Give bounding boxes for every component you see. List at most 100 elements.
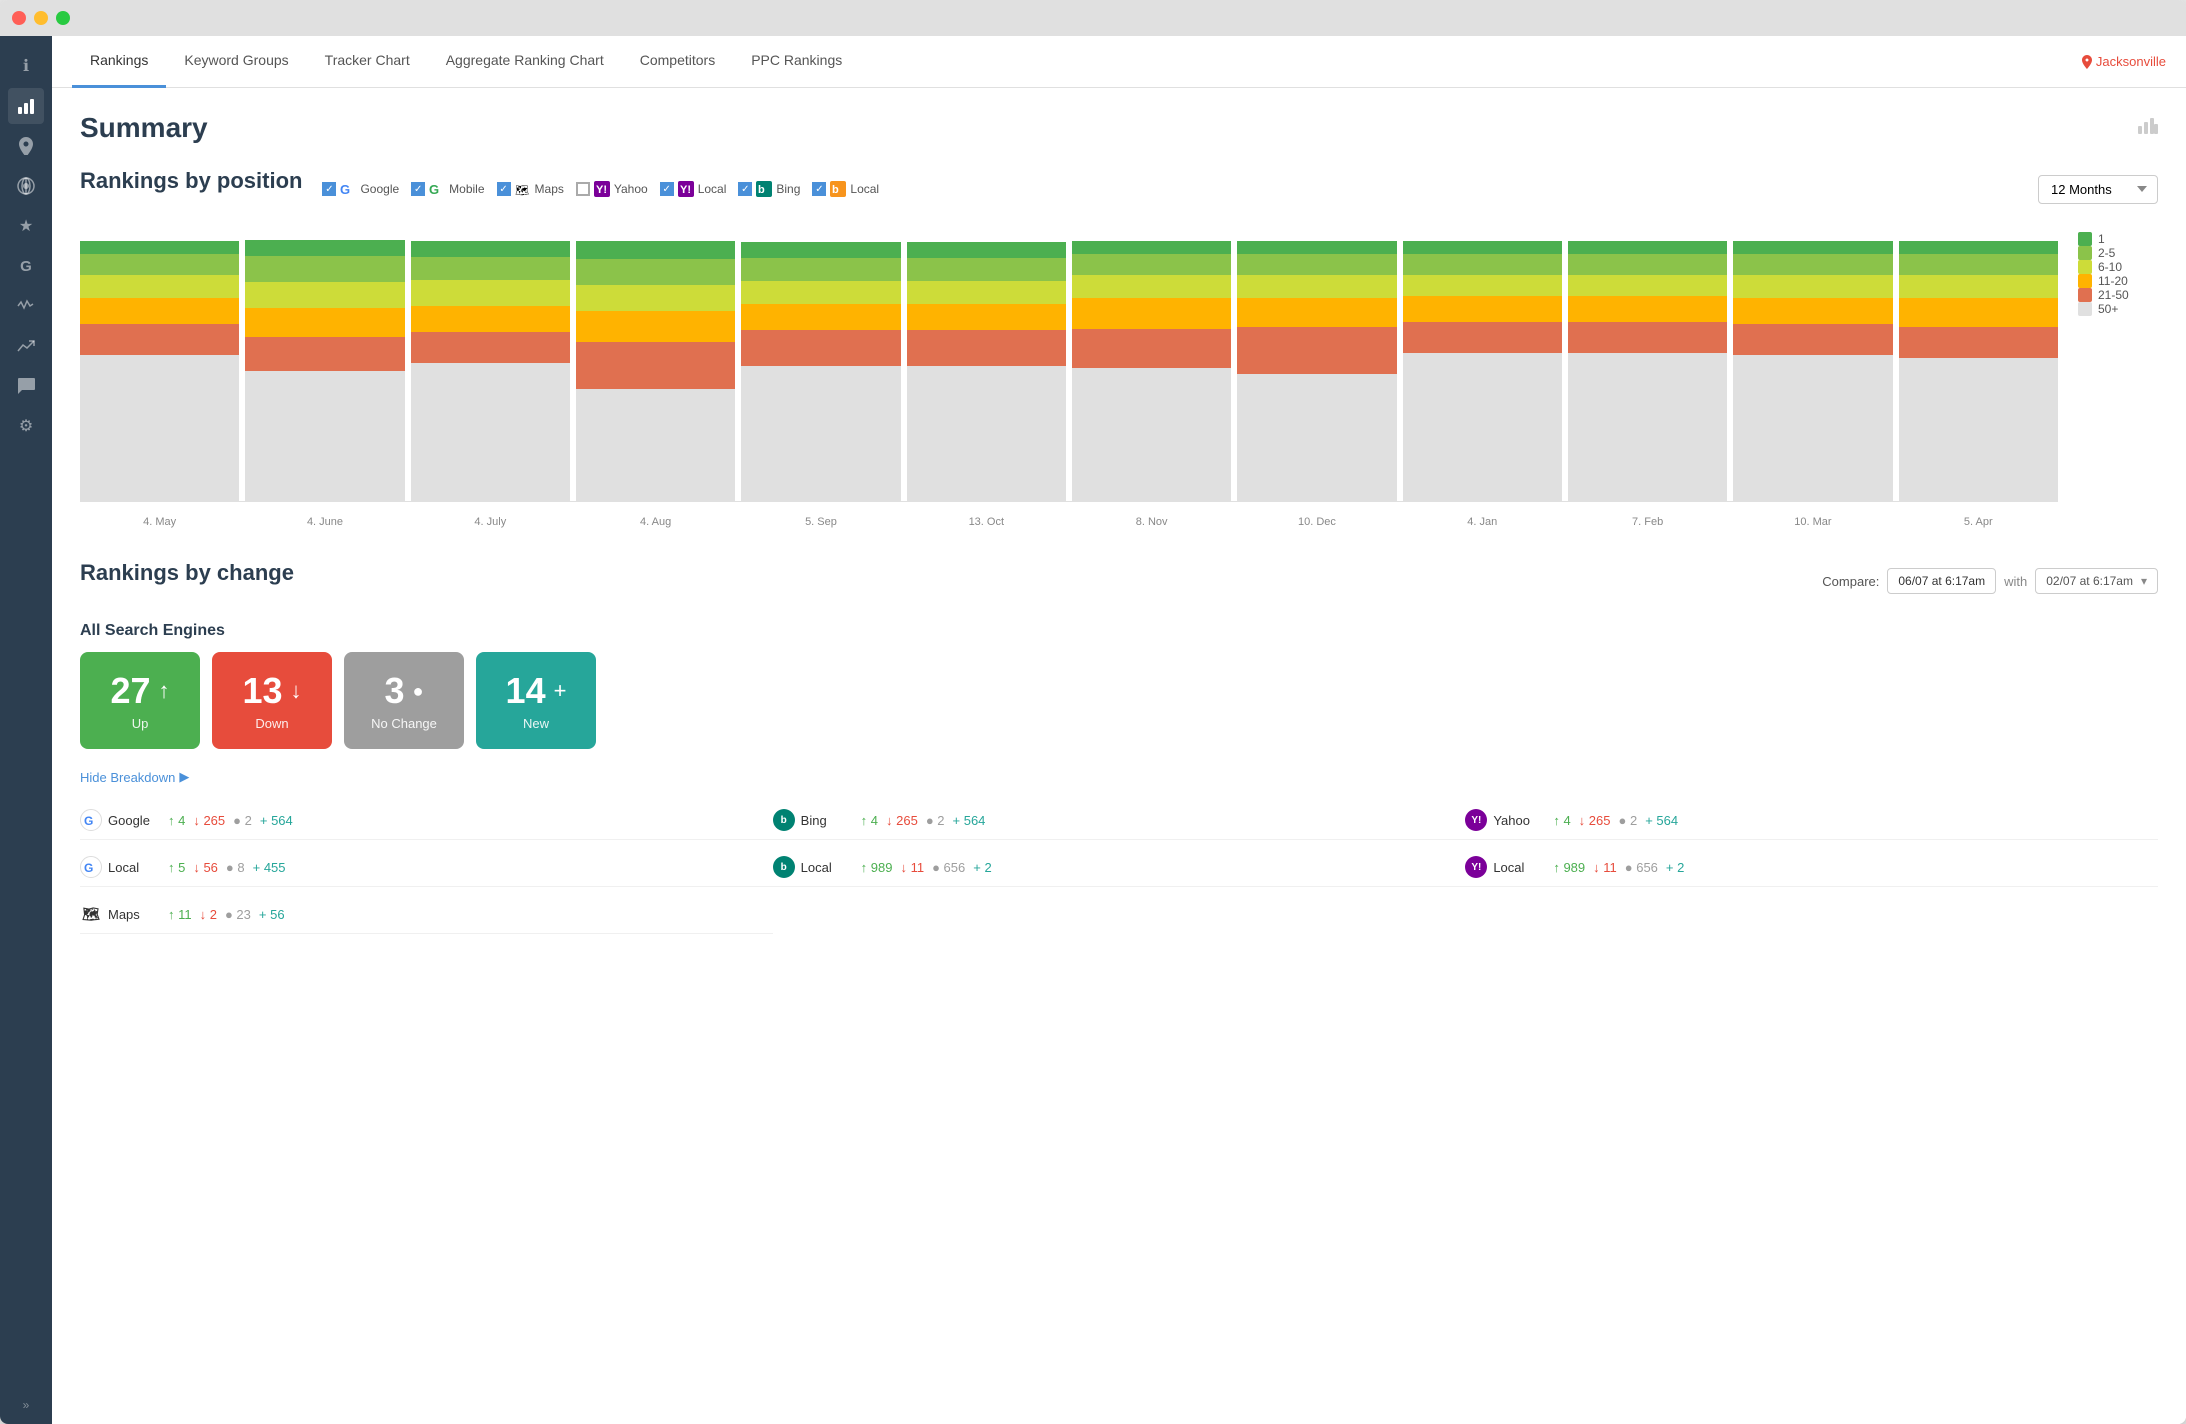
bar-segment [245,240,404,256]
minimize-button[interactable] [34,11,48,25]
bar-segment [1403,254,1562,275]
sidebar-item-star[interactable]: ★ [8,208,44,244]
bar-segment [1733,324,1892,355]
all-engines-label: All Search Engines [80,622,2158,640]
period-dropdown[interactable]: 12 Months 6 Months 3 Months [2038,175,2158,204]
filter-google[interactable]: ✓ G Google [322,181,399,197]
bar-segment [1899,254,2058,275]
bing-engine-icon: b [773,809,795,831]
tab-competitors[interactable]: Competitors [622,36,733,88]
mobile-checkbox[interactable]: ✓ [411,182,425,196]
sidebar-item-settings[interactable]: ⚙ [8,408,44,444]
legend-21-50: 21-50 [2078,288,2158,302]
bar-month-label: 5. Apr [1899,510,2058,528]
hide-breakdown-button[interactable]: Hide Breakdown ▶ [80,769,2158,785]
legend-label-2-5: 2-5 [2098,246,2115,260]
yahoo-local-down: ↓ 11 [1593,860,1617,875]
bar-segment [1733,275,1892,298]
sidebar-item-trend[interactable] [8,328,44,364]
svg-text:G: G [84,861,93,874]
bar[interactable] [741,242,900,501]
bar-group [80,222,239,501]
bar-month-label: 10. Mar [1733,510,1892,528]
bar-segment [1072,368,1231,501]
sidebar-item-location[interactable] [8,128,44,164]
bar-segment [1568,353,1727,501]
sidebar-item-google[interactable]: G [8,248,44,284]
filter-bing[interactable]: ✓ b Bing [738,181,800,197]
sidebar-item-activity[interactable] [8,288,44,324]
bar-segment [1072,329,1231,368]
stat-nochange-number: 3 ● [385,670,424,712]
bar-segment [411,363,570,501]
compare-from-date[interactable]: 06/07 at 6:17am [1887,568,1996,594]
google-local-engine-name: G Local [80,856,160,878]
bar[interactable] [411,241,570,501]
compare-bar: Compare: 06/07 at 6:17am with 02/07 at 6… [1822,568,2158,594]
compare-to-date[interactable]: 02/07 at 6:17am ▾ [2035,568,2158,594]
legend-label-6-10: 6-10 [2098,260,2122,274]
stat-nochange-label: No Change [371,716,437,731]
bar-month-label: 8. Nov [1072,510,1231,528]
stat-card-nochange[interactable]: 3 ● No Change [344,652,464,749]
bar[interactable] [1072,241,1231,501]
yahoo-local-checkbox[interactable]: ✓ [660,182,674,196]
bing-local-checkbox[interactable]: ✓ [812,182,826,196]
close-button[interactable] [12,11,26,25]
summary-title-text: Summary [80,112,208,144]
tabs-bar: Rankings Keyword Groups Tracker Chart Ag… [52,36,2186,88]
legend-2-5: 2-5 [2078,246,2158,260]
tab-aggregate-ranking-chart[interactable]: Aggregate Ranking Chart [428,36,622,88]
stat-card-down[interactable]: 13 ↓ Down [212,652,332,749]
filter-mobile[interactable]: ✓ G Mobile [411,181,484,197]
bar[interactable] [245,240,404,501]
stat-card-up[interactable]: 27 ↑ Up [80,652,200,749]
sidebar-item-comment[interactable] [8,368,44,404]
location-label: Jacksonville [2096,54,2166,69]
bing-down: ↓ 265 [886,813,918,828]
bar-segment [1237,254,1396,275]
bar[interactable] [80,241,239,501]
tab-ppc-rankings[interactable]: PPC Rankings [733,36,860,88]
stat-card-new[interactable]: 14 + New [476,652,596,749]
bar[interactable] [907,242,1066,501]
google-local-nc: ● 8 [226,860,245,875]
summary-chart-icon [2138,118,2158,139]
sidebar-item-chart[interactable] [8,88,44,124]
yahoo-engine-icon: Y! [1465,809,1487,831]
sidebar-item-network[interactable] [8,168,44,204]
svg-text:b: b [758,184,765,196]
bar-segment [741,330,900,366]
bar-segment [907,330,1066,366]
bar[interactable] [1237,241,1396,501]
bar-segment [907,281,1066,304]
bar[interactable] [1733,241,1892,501]
filter-yahoo-local[interactable]: ✓ Y! Local [660,181,727,197]
bing-checkbox[interactable]: ✓ [738,182,752,196]
filter-maps[interactable]: ✓ 🗺 Maps [497,181,564,197]
stat-down-label: Down [255,716,288,731]
legend-color-6-10 [2078,260,2092,274]
stat-down-number: 13 ↓ [242,670,301,712]
maximize-button[interactable] [56,11,70,25]
tab-keyword-groups[interactable]: Keyword Groups [166,36,306,88]
bar[interactable] [1403,241,1562,501]
tab-tracker-chart[interactable]: Tracker Chart [307,36,428,88]
filter-yahoo[interactable]: Y! Yahoo [576,181,648,197]
google-local-new: + 455 [253,860,286,875]
sidebar-item-info[interactable]: ℹ [8,48,44,84]
bar[interactable] [576,241,735,501]
engine-row-yahoo-local: Y! Local ↑ 989 ↓ 11 ● 656 + 2 [1465,848,2158,887]
bar-segment [80,324,239,355]
bar-segment [576,241,735,259]
bar-segment [1733,241,1892,254]
maps-checkbox[interactable]: ✓ [497,182,511,196]
bing-local-up: ↑ 989 [861,860,893,875]
filter-bing-local[interactable]: ✓ b Local [812,181,879,197]
google-checkbox[interactable]: ✓ [322,182,336,196]
yahoo-checkbox[interactable] [576,182,590,196]
tab-rankings[interactable]: Rankings [72,36,166,88]
sidebar-more[interactable]: » [23,1398,30,1412]
bar[interactable] [1899,241,2058,501]
bar[interactable] [1568,241,1727,501]
